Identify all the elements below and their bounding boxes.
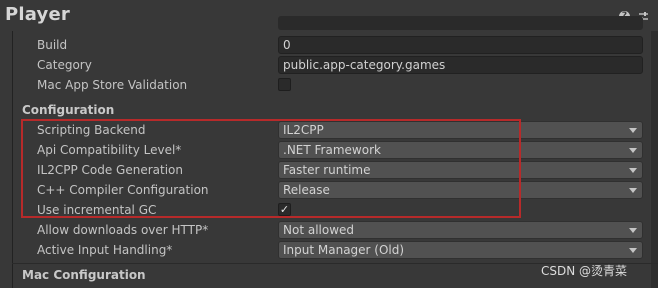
- build-field[interactable]: 0: [278, 36, 643, 54]
- downloads-http-label: Allow downloads over HTTP*: [37, 223, 209, 237]
- clipped-row: [0, 15, 658, 30]
- build-label: Build: [37, 38, 68, 52]
- configuration-header: Configuration: [22, 103, 115, 117]
- chevron-down-icon: [629, 248, 637, 253]
- category-row: Category public.app-category.games: [0, 55, 658, 75]
- input-handling-value: Input Manager (Old): [283, 243, 405, 257]
- downloads-http-dropdown[interactable]: Not allowed: [278, 221, 643, 239]
- build-row: Build 0: [0, 35, 658, 55]
- input-handling-row: Active Input Handling* Input Manager (Ol…: [0, 240, 658, 260]
- category-label: Category: [37, 58, 92, 72]
- input-handling-label: Active Input Handling*: [37, 243, 173, 257]
- chevron-down-icon: [629, 168, 637, 173]
- chevron-down-icon: [629, 188, 637, 193]
- mac-configuration-header: Mac Configuration: [22, 268, 146, 282]
- chevron-down-icon: [629, 228, 637, 233]
- clipped-field: [278, 16, 643, 30]
- chevron-down-icon: [629, 128, 637, 133]
- downloads-http-row: Allow downloads over HTTP* Not allowed: [0, 220, 658, 240]
- mac-validation-label: Mac App Store Validation: [37, 78, 188, 92]
- annotation-highlight-box: [21, 119, 521, 218]
- category-field[interactable]: public.app-category.games: [278, 56, 643, 74]
- mac-validation-row: Mac App Store Validation: [0, 75, 658, 95]
- mac-validation-checkbox[interactable]: [278, 78, 291, 91]
- input-handling-dropdown[interactable]: Input Manager (Old): [278, 241, 643, 259]
- watermark: CSDN @烫青菜: [541, 264, 628, 278]
- downloads-http-value: Not allowed: [283, 223, 355, 237]
- chevron-down-icon: [629, 148, 637, 153]
